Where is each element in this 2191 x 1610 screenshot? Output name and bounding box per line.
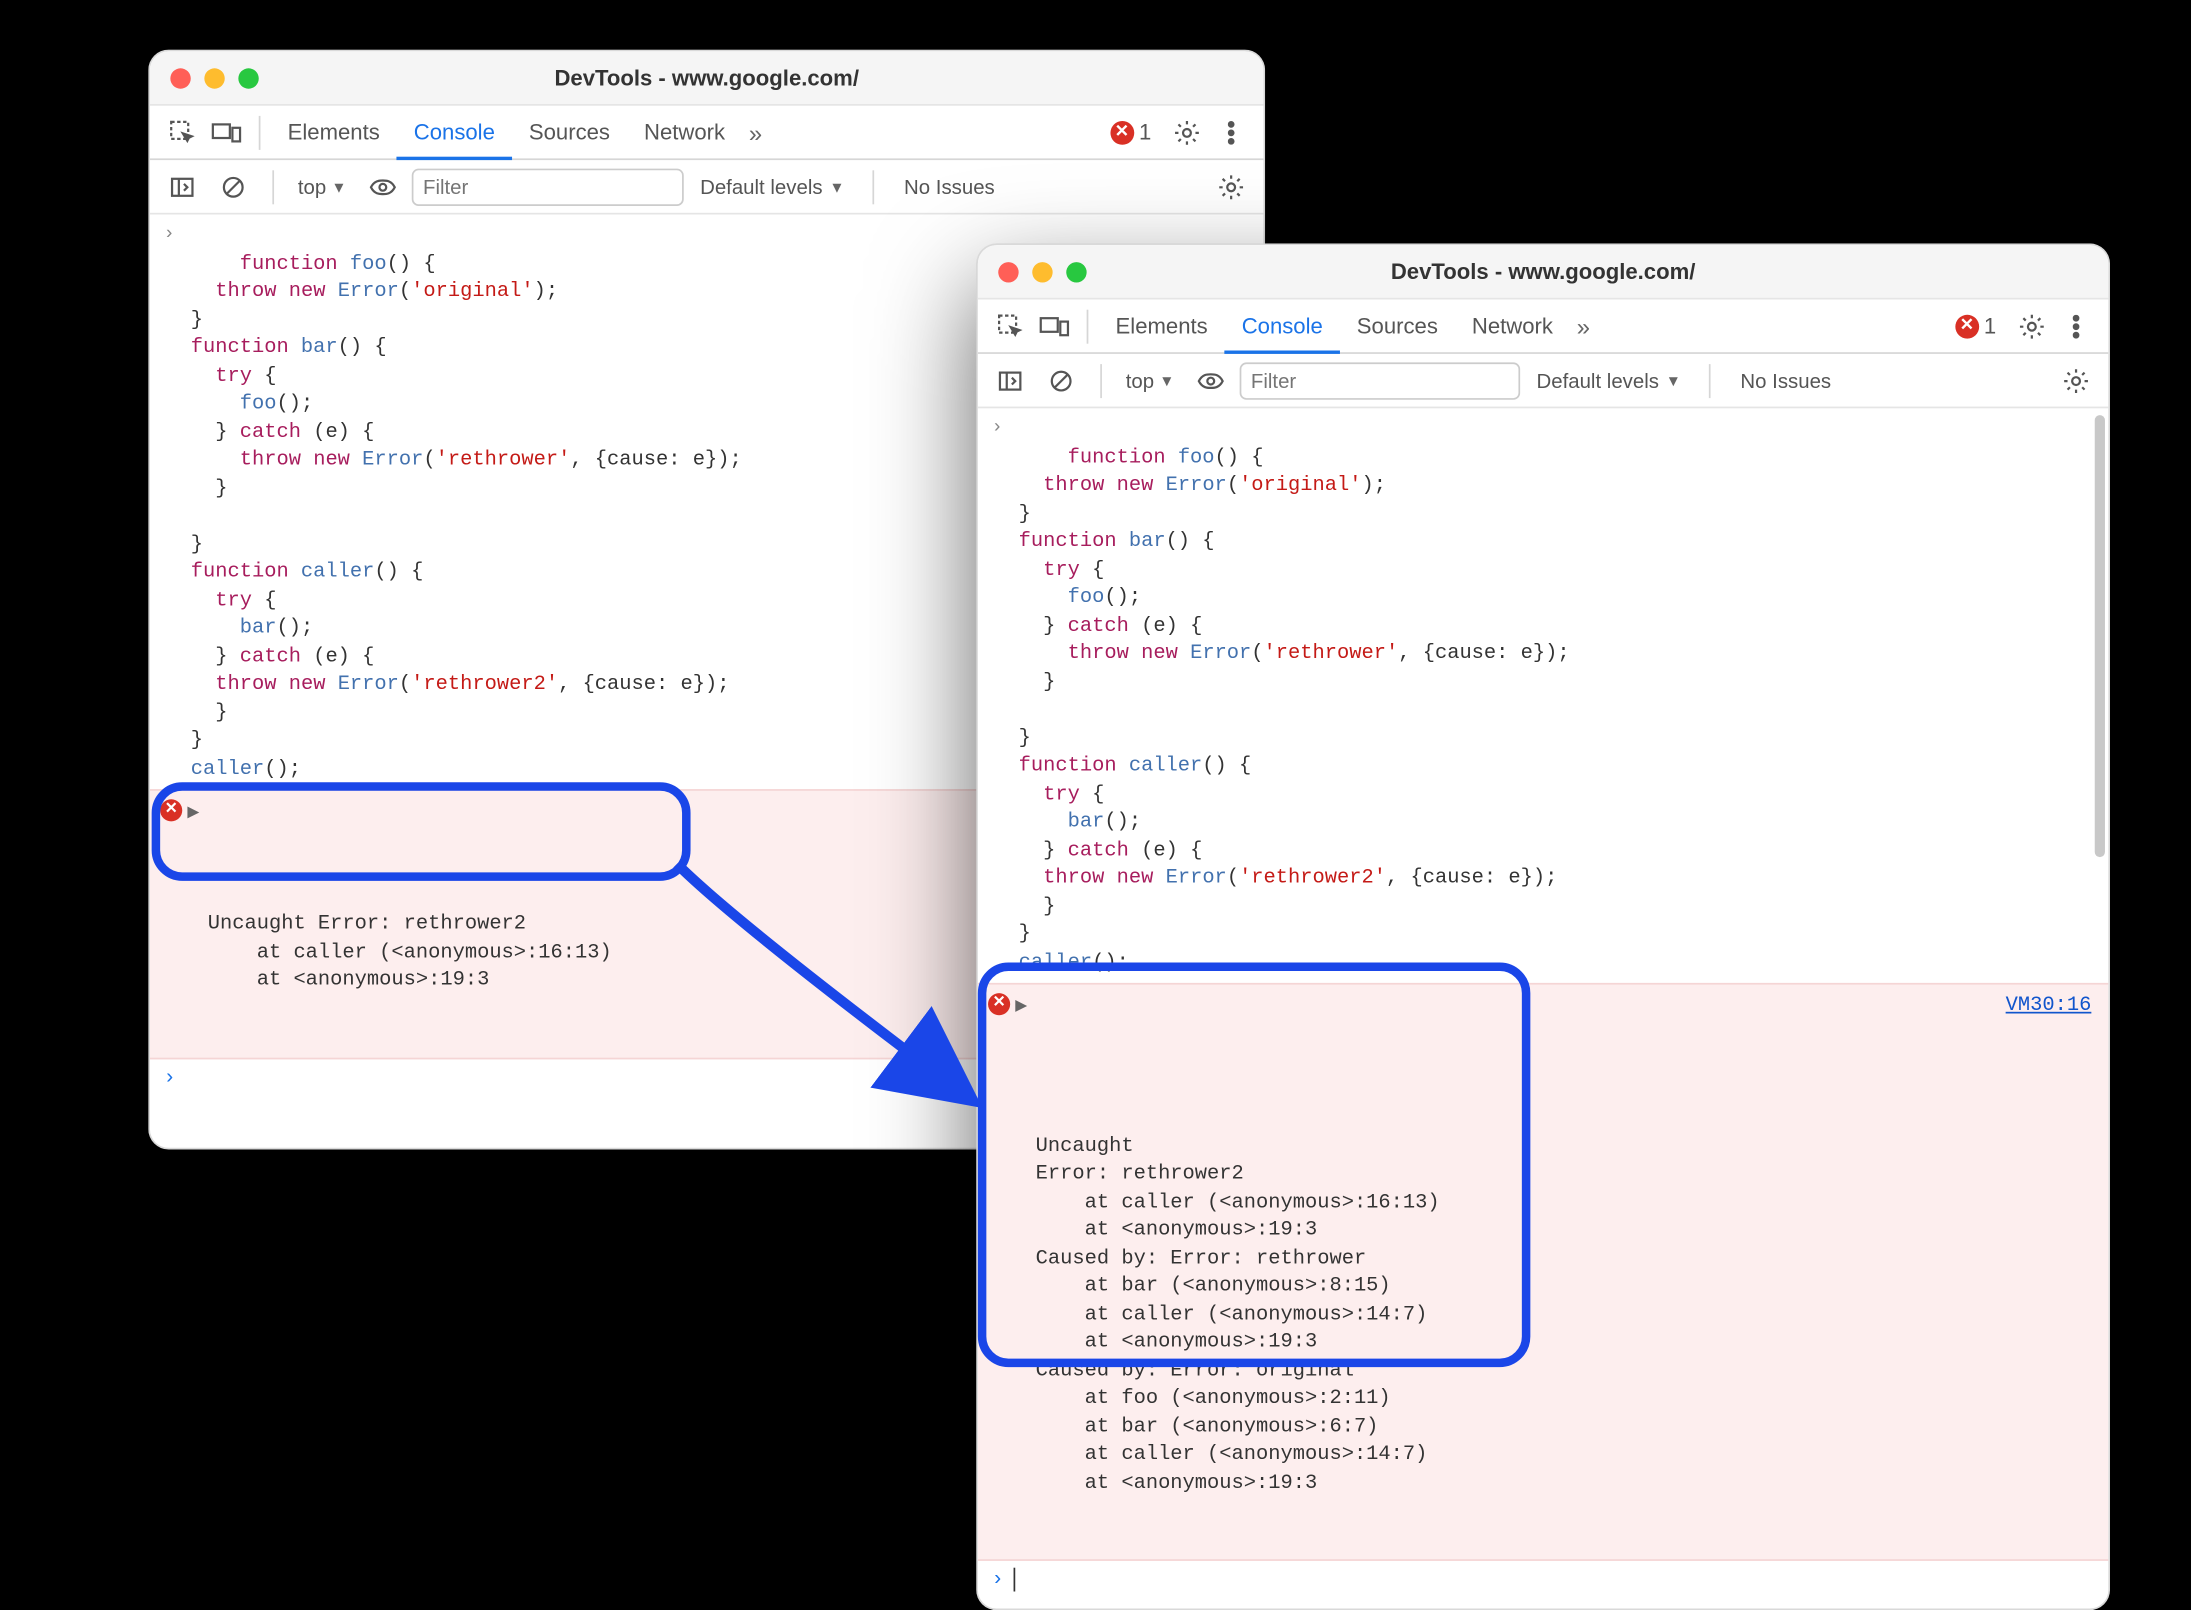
filter-input[interactable] bbox=[1238, 362, 1519, 399]
live-expression-icon[interactable] bbox=[363, 168, 400, 205]
minimize-icon[interactable] bbox=[204, 67, 224, 87]
main-tab-bar: Elements Console Sources Network » ✕ 1 bbox=[149, 106, 1263, 160]
device-toolbar-icon[interactable] bbox=[1035, 307, 1072, 344]
close-icon[interactable] bbox=[170, 67, 190, 87]
tab-console[interactable]: Console bbox=[1224, 299, 1339, 353]
error-icon: ✕ bbox=[988, 993, 1010, 1015]
inspect-icon[interactable] bbox=[163, 113, 200, 150]
clear-console-icon[interactable] bbox=[214, 168, 251, 205]
expand-icon[interactable]: ▶ bbox=[1015, 993, 1027, 1021]
error-icon: ✕ bbox=[1954, 314, 1978, 338]
chevron-right-icon: › bbox=[991, 1568, 1003, 1592]
source-link[interactable]: VM30:16 bbox=[2005, 991, 2091, 1019]
maximize-icon[interactable] bbox=[1066, 261, 1086, 281]
issues-button[interactable]: No Issues bbox=[1726, 368, 1844, 392]
titlebar[interactable]: DevTools - www.google.com/ bbox=[149, 51, 1263, 105]
tab-console[interactable]: Console bbox=[396, 106, 511, 160]
error-count-badge[interactable]: ✕ 1 bbox=[1110, 119, 1151, 145]
maximize-icon[interactable] bbox=[238, 67, 258, 87]
sidebar-toggle-icon[interactable] bbox=[163, 168, 200, 205]
tab-elements[interactable]: Elements bbox=[270, 105, 396, 159]
titlebar[interactable]: DevTools - www.google.com/ bbox=[977, 245, 2108, 299]
log-levels-selector[interactable]: Default levels ▼ bbox=[1526, 368, 1691, 392]
console-toolbar: top ▼ Default levels ▼ No Issues bbox=[977, 354, 2108, 408]
tab-network[interactable]: Network bbox=[1454, 299, 1569, 353]
gear-icon[interactable] bbox=[1212, 168, 1249, 205]
scrollbar-thumb[interactable] bbox=[2094, 415, 2104, 857]
kebab-icon[interactable] bbox=[2057, 307, 2094, 344]
gear-icon[interactable] bbox=[1168, 113, 1205, 150]
error-message-row[interactable]: ✕ ▶ VM30:16 Uncaught Error: rethrower2 a… bbox=[977, 983, 2108, 1561]
console-input-echo: ›function foo() { throw new Error('origi… bbox=[977, 408, 2108, 983]
tab-elements[interactable]: Elements bbox=[1098, 299, 1224, 353]
chevron-right-icon: › bbox=[163, 1065, 175, 1089]
context-selector[interactable]: top ▼ bbox=[1118, 365, 1180, 396]
gear-icon[interactable] bbox=[2057, 362, 2094, 399]
sidebar-toggle-icon[interactable] bbox=[991, 362, 1028, 399]
error-count: 1 bbox=[1138, 119, 1150, 145]
devtools-window-after: DevTools - www.google.com/ Elements Cons… bbox=[976, 243, 2110, 1610]
error-count-badge[interactable]: ✕ 1 bbox=[1954, 313, 1995, 339]
expand-icon[interactable]: ▶ bbox=[187, 799, 199, 827]
minimize-icon[interactable] bbox=[1032, 261, 1052, 281]
close-icon[interactable] bbox=[998, 261, 1018, 281]
inspect-icon[interactable] bbox=[991, 307, 1028, 344]
more-tabs-icon[interactable]: » bbox=[1569, 312, 1596, 339]
issues-button[interactable]: No Issues bbox=[890, 175, 1008, 199]
live-expression-icon[interactable] bbox=[1191, 362, 1228, 399]
tab-network[interactable]: Network bbox=[626, 105, 741, 159]
error-icon: ✕ bbox=[1110, 120, 1134, 144]
device-toolbar-icon[interactable] bbox=[207, 113, 244, 150]
main-tab-bar: Elements Console Sources Network » ✕ 1 bbox=[977, 299, 2108, 353]
tab-sources[interactable]: Sources bbox=[511, 105, 626, 159]
window-title: DevTools - www.google.com/ bbox=[977, 259, 2108, 285]
log-levels-selector[interactable]: Default levels ▼ bbox=[689, 175, 854, 199]
gear-icon[interactable] bbox=[2013, 307, 2050, 344]
clear-console-icon[interactable] bbox=[1042, 362, 1079, 399]
chevron-right-icon: › bbox=[163, 221, 174, 249]
chevron-right-icon: › bbox=[991, 415, 1002, 443]
kebab-icon[interactable] bbox=[1212, 113, 1249, 150]
tab-sources[interactable]: Sources bbox=[1339, 299, 1454, 353]
more-tabs-icon[interactable]: » bbox=[742, 118, 769, 145]
console-toolbar: top ▼ Default levels ▼ No Issues bbox=[149, 160, 1263, 214]
console-prompt[interactable]: › bbox=[977, 1561, 2108, 1598]
text-cursor bbox=[1013, 1568, 1015, 1592]
error-count: 1 bbox=[1983, 313, 1995, 339]
error-icon: ✕ bbox=[160, 799, 182, 821]
context-selector[interactable]: top ▼ bbox=[291, 171, 353, 202]
window-title: DevTools - www.google.com/ bbox=[149, 65, 1263, 91]
filter-input[interactable] bbox=[411, 168, 683, 205]
